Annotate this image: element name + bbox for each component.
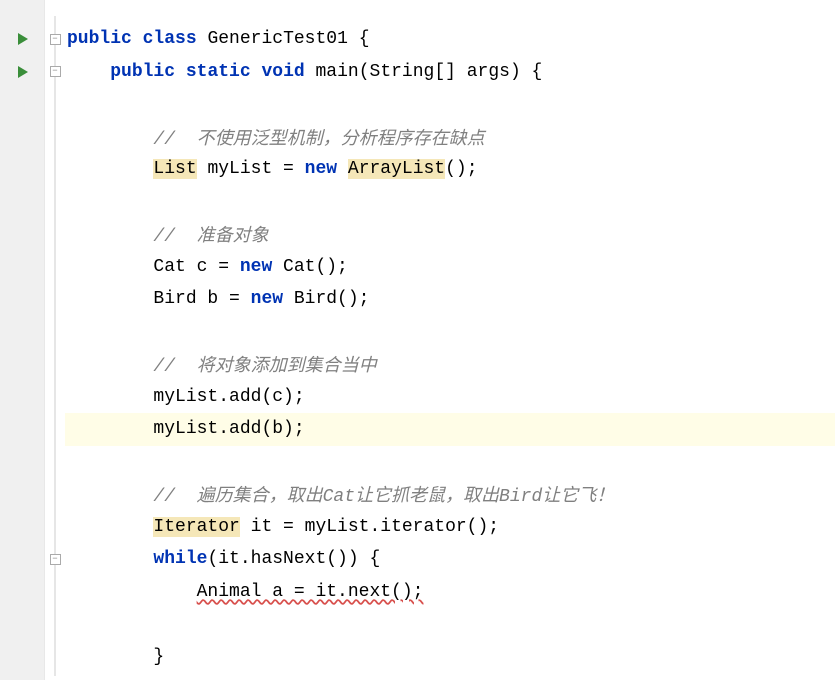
- keyword: new: [251, 289, 283, 309]
- keyword: static: [186, 62, 251, 82]
- code-editor[interactable]: public class GenericTest01 { public stat…: [65, 0, 835, 680]
- type-name: Iterator: [153, 517, 239, 537]
- gutter-row: [0, 56, 44, 89]
- fold-row: −: [45, 56, 65, 89]
- code-text: Cat();: [272, 257, 348, 277]
- code-text-error: Animal a = it.next();: [197, 582, 424, 602]
- code-line-blank: [65, 88, 835, 121]
- code-line: Iterator it = myList.iterator();: [65, 511, 835, 544]
- run-gutter: [0, 0, 45, 680]
- brace: }: [153, 647, 164, 667]
- fold-row: −: [45, 543, 65, 576]
- comment: // 不使用泛型机制，分析程序存在缺点: [153, 124, 484, 150]
- type-name: List: [153, 159, 196, 179]
- code-line-blank: [65, 608, 835, 641]
- comment: // 准备对象: [153, 221, 268, 247]
- code-line: // 不使用泛型机制，分析程序存在缺点: [65, 121, 835, 154]
- fold-row: −: [45, 23, 65, 56]
- code-text: Bird b =: [153, 289, 250, 309]
- code-text: ();: [445, 159, 477, 179]
- code-line: // 将对象添加到集合当中: [65, 348, 835, 381]
- keyword: public: [110, 62, 175, 82]
- brace: {: [359, 29, 370, 49]
- code-text: Bird();: [283, 289, 369, 309]
- gutter-row: [0, 23, 44, 56]
- method-name: main: [316, 62, 359, 82]
- class-name: GenericTest01: [207, 29, 347, 49]
- code-text: myList.add(b);: [153, 419, 304, 439]
- code-text: Cat c =: [153, 257, 239, 277]
- fold-minus-icon[interactable]: −: [50, 554, 61, 565]
- code-text: it = myList.iterator();: [240, 517, 499, 537]
- run-icon[interactable]: [18, 66, 28, 78]
- comment: // 将对象添加到集合当中: [153, 351, 376, 377]
- keyword: public: [67, 29, 132, 49]
- code-line: public class GenericTest01 {: [65, 23, 835, 56]
- comment: // 遍历集合，取出Cat让它抓老鼠，取出Bird让它飞！: [153, 481, 614, 507]
- code-line: // 遍历集合，取出Cat让它抓老鼠，取出Bird让它飞！: [65, 478, 835, 511]
- code-line-blank: [65, 186, 835, 219]
- keyword: new: [240, 257, 272, 277]
- code-line: myList.add(c);: [65, 381, 835, 414]
- params: (String[] args) {: [359, 62, 543, 82]
- class-name: ArrayList: [348, 159, 445, 179]
- code-line: List myList = new ArrayList();: [65, 153, 835, 186]
- code-line-highlighted: myList.add(b);: [65, 413, 835, 446]
- code-line: while(it.hasNext()) {: [65, 543, 835, 576]
- code-text: (it.hasNext()) {: [207, 549, 380, 569]
- code-text: myList =: [197, 159, 305, 179]
- keyword: while: [153, 549, 207, 569]
- fold-gutter: − − −: [45, 0, 65, 680]
- code-line: }: [65, 641, 835, 674]
- fold-minus-icon[interactable]: −: [50, 34, 61, 45]
- code-line-blank: [65, 446, 835, 479]
- code-line-blank: [65, 316, 835, 349]
- code-line: // 准备对象: [65, 218, 835, 251]
- code-line: Cat c = new Cat();: [65, 251, 835, 284]
- keyword: void: [261, 62, 304, 82]
- keyword: new: [305, 159, 337, 179]
- code-line: public static void main(String[] args) {: [65, 56, 835, 89]
- run-icon[interactable]: [18, 33, 28, 45]
- fold-minus-icon[interactable]: −: [50, 66, 61, 77]
- code-line: Bird b = new Bird();: [65, 283, 835, 316]
- code-line: Animal a = it.next();: [65, 576, 835, 609]
- code-text: myList.add(c);: [153, 387, 304, 407]
- keyword: class: [143, 29, 197, 49]
